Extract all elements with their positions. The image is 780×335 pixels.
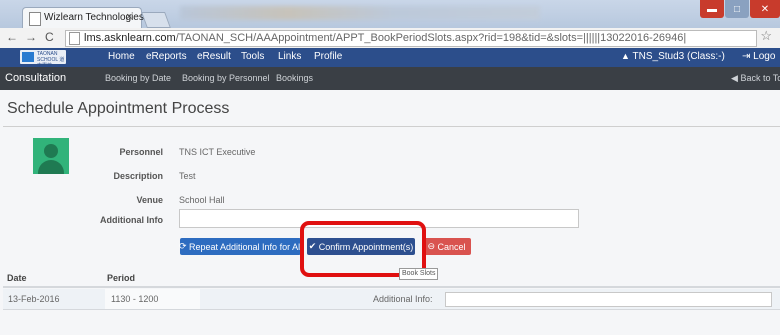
venue-label: Venue — [136, 195, 163, 205]
reload-icon[interactable]: C — [45, 30, 54, 44]
user-icon: ▲ — [621, 51, 630, 61]
repeat-icon: ⟳ — [178, 241, 187, 251]
subnav-booking-by-date[interactable]: Booking by Date — [105, 73, 171, 83]
page-favicon-icon — [29, 12, 41, 26]
avatar-body-icon — [38, 160, 64, 174]
personnel-label: Personnel — [119, 147, 163, 157]
column-header-date: Date — [7, 273, 27, 283]
page-title: Schedule Appointment Process — [7, 100, 230, 117]
nav-links[interactable]: Links — [278, 51, 301, 62]
school-logo[interactable]: TAONAN SCHOOL 道南學校 — [20, 50, 66, 69]
nav-tools[interactable]: Tools — [241, 51, 264, 62]
logout-icon: ⇥ — [742, 51, 751, 62]
table-row: 13-Feb-2016 1130 - 1200 Additional Info: — [3, 289, 780, 310]
site-navbar: TAONAN SCHOOL 道南學校 Home eReports eResult… — [0, 48, 780, 69]
address-bar: ← → C lms.asknlearn.com/TAONAN_SCH/AAApp… — [0, 28, 780, 49]
back-circle-icon: ◀ — [731, 73, 738, 83]
subnav-booking-by-personnel[interactable]: Booking by Personnel — [182, 73, 270, 83]
avatar-head-icon — [44, 144, 58, 158]
personnel-value: TNS ICT Executive — [179, 147, 256, 157]
blurred-tab-area — [180, 6, 540, 20]
url-input[interactable]: lms.asknlearn.com/TAONAN_SCH/AAAppointme… — [65, 30, 757, 47]
nav-home[interactable]: Home — [108, 51, 135, 62]
subnav-bookings[interactable]: Bookings — [276, 73, 313, 83]
row-date: 13-Feb-2016 — [8, 294, 60, 304]
bookmark-star-icon[interactable]: ☆ — [760, 28, 772, 44]
back-arrow-icon[interactable]: ← — [6, 30, 18, 44]
logout-link[interactable]: ⇥ Logo — [742, 51, 775, 62]
row-additional-info-label: Additional Info: — [373, 294, 433, 304]
module-title: Consultation — [5, 72, 67, 84]
maximize-button[interactable]: □ — [725, 0, 749, 18]
row-period: 1130 - 1200 — [111, 294, 159, 304]
logo-mark-icon — [22, 52, 34, 62]
browser-tab-strip: Wizlearn Technologies Ltd × ▬ □ ✕ — [0, 0, 780, 29]
repeat-info-button[interactable]: ⟳ Repeat Additional Info for All — [178, 238, 302, 255]
cancel-button[interactable]: ⊖ Cancel — [422, 238, 471, 255]
minimize-button[interactable]: ▬ — [700, 0, 724, 18]
description-label: Description — [113, 171, 163, 181]
window-close-button[interactable]: ✕ — [750, 0, 780, 18]
table-header-divider — [3, 286, 780, 288]
additional-info-label: Additional Info — [100, 215, 163, 225]
row-additional-info-input[interactable] — [445, 292, 772, 307]
user-menu[interactable]: ▲ TNS_Stud3 (Class:-) — [621, 51, 725, 62]
url-text: lms.asknlearn.com/TAONAN_SCH/AAAppointme… — [84, 32, 687, 44]
back-link[interactable]: ◀ Back to To — [731, 73, 780, 84]
new-tab-button[interactable] — [141, 12, 171, 28]
nav-eresult[interactable]: eResult — [197, 51, 231, 62]
close-tab-icon[interactable]: × — [126, 11, 132, 23]
forward-arrow-icon[interactable]: → — [25, 30, 37, 44]
venue-value: School Hall — [179, 195, 225, 205]
nav-profile[interactable]: Profile — [314, 51, 342, 62]
browser-tab[interactable]: Wizlearn Technologies Ltd × — [22, 7, 161, 29]
window-controls: ▬ □ ✕ — [699, 0, 780, 20]
book-slots-tooltip: Book Slots — [399, 268, 439, 280]
main-content: Schedule Appointment Process Personnel T… — [0, 90, 780, 335]
cancel-icon: ⊖ — [427, 241, 435, 251]
title-divider — [3, 126, 780, 127]
avatar — [33, 138, 69, 174]
page-icon — [69, 32, 80, 45]
nav-ereports[interactable]: eReports — [146, 51, 187, 62]
column-header-period: Period — [107, 273, 136, 283]
description-value: Test — [179, 171, 196, 181]
module-subnav: Consultation Booking by Date Booking by … — [0, 67, 780, 90]
